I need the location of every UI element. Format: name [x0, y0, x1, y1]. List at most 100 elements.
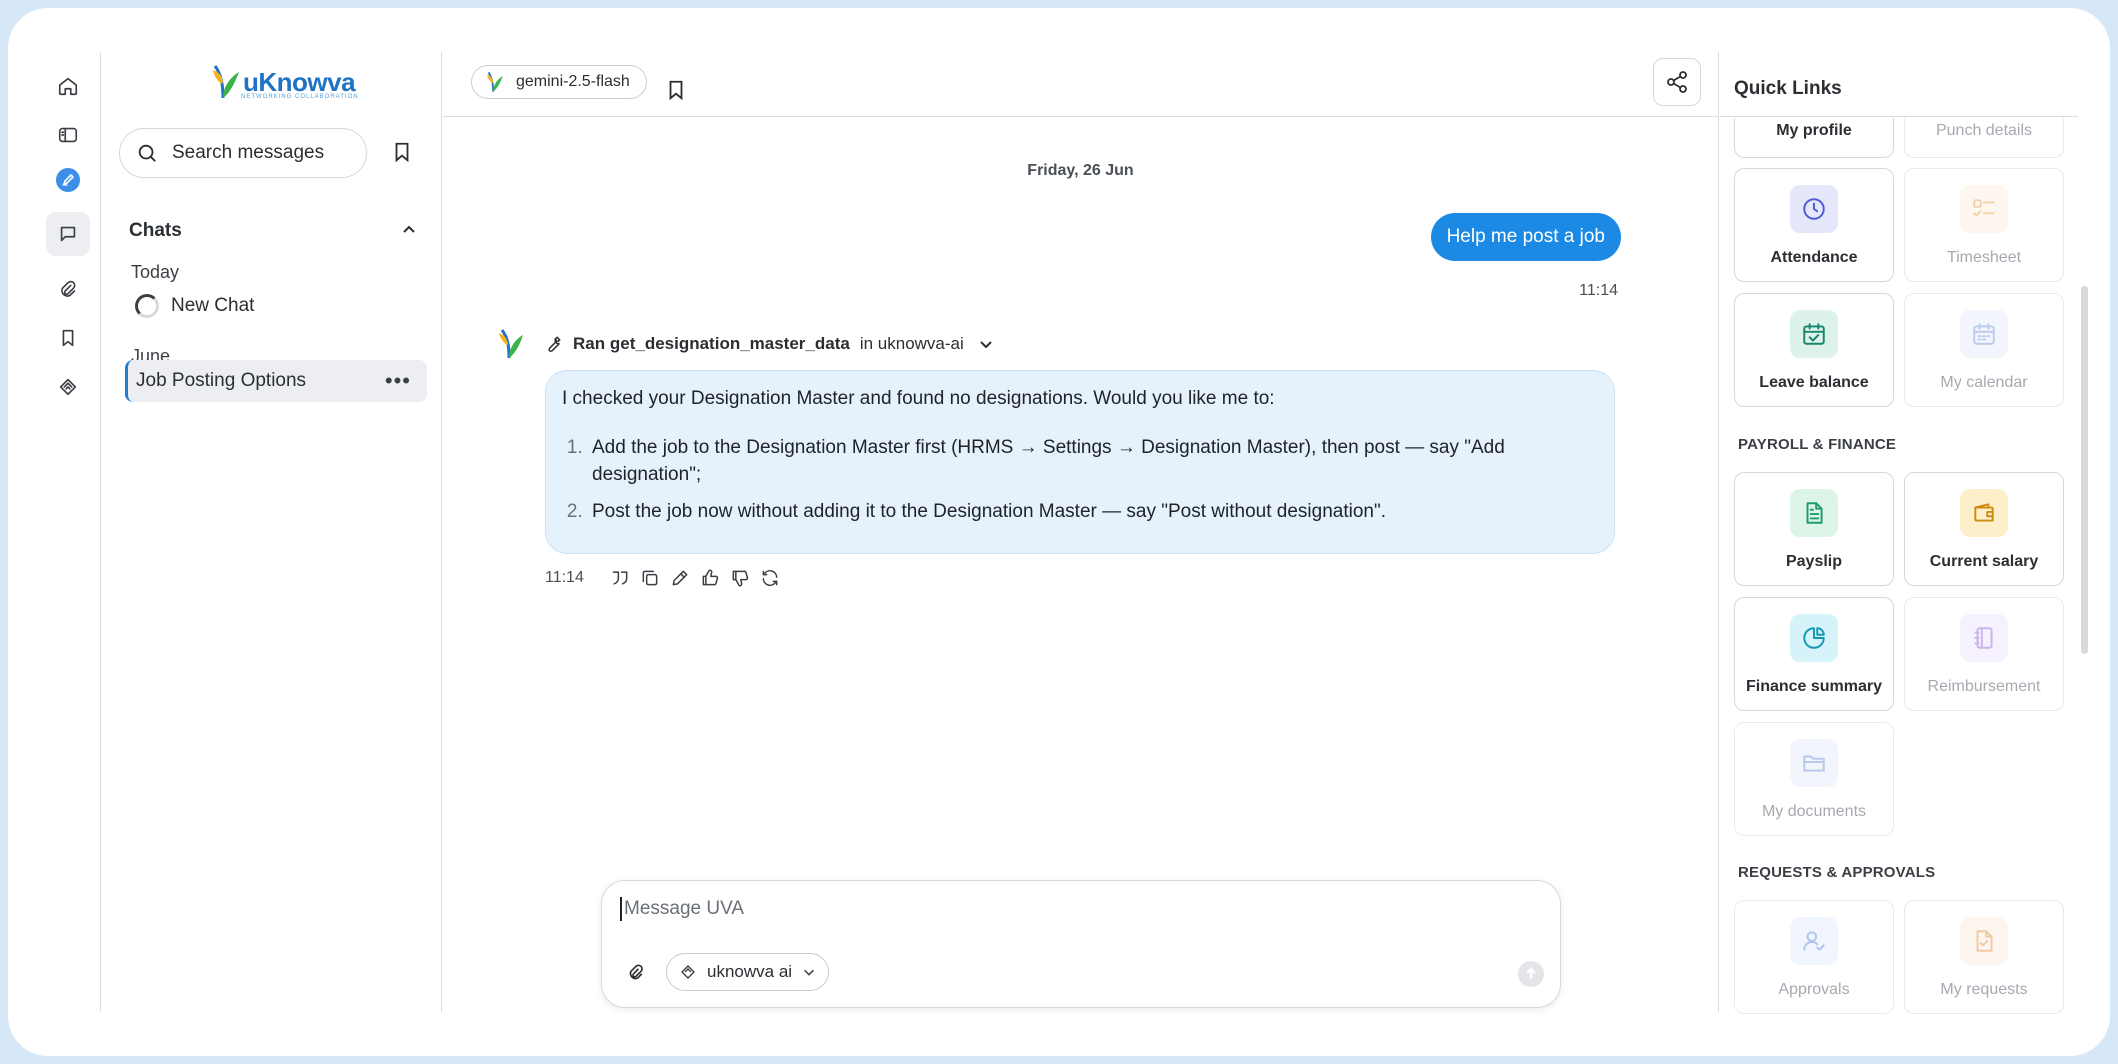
search-messages[interactable]: Search messages [119, 128, 367, 178]
quick-link-my-documents: My documents [1734, 722, 1894, 836]
tool-call-summary[interactable]: Ran get_designation_master_data in uknow… [543, 334, 994, 354]
quick-link-approvals: Approvals [1734, 900, 1894, 1014]
new-chat-button[interactable] [46, 158, 90, 202]
list-item: Add the job to the Designation Master fi… [588, 434, 1598, 488]
quick-link-attendance[interactable]: Attendance [1734, 168, 1894, 282]
user-check-icon [1790, 917, 1838, 965]
quick-link-my-profile[interactable]: My profile [1734, 118, 1894, 158]
bot-message-actions: 11:14 [545, 568, 780, 588]
quick-link-payslip[interactable]: Payslip [1734, 472, 1894, 586]
chats-heading[interactable]: Chats [129, 220, 182, 242]
sidebar-divider [441, 52, 442, 1012]
share-button[interactable] [1653, 58, 1701, 106]
file-check-icon [1960, 917, 2008, 965]
quick-link-leave-balance[interactable]: Leave balance [1734, 293, 1894, 407]
compose-icon [56, 168, 80, 192]
quick-link-label: Reimbursement [1927, 678, 2041, 695]
quote-icon[interactable] [610, 568, 630, 588]
section-heading-requests: REQUESTS & APPROVALS [1738, 864, 1936, 881]
home-icon [58, 77, 78, 96]
attach-button[interactable] [626, 963, 646, 988]
chat-item-label: New Chat [171, 295, 255, 316]
notebook-icon [1960, 614, 2008, 662]
calendar-icon [1960, 310, 2008, 358]
saved-messages-button[interactable] [391, 140, 413, 169]
quick-link-timesheet: Timesheet [1904, 168, 2064, 282]
app-window: uKnowva NETWORKING COLLABORATION Search … [8, 8, 2110, 1056]
bookmark-chat-button[interactable] [665, 78, 687, 107]
chat-item-new-chat[interactable]: New Chat [135, 294, 254, 318]
bot-options-list: Add the job to the Designation Master fi… [562, 434, 1598, 525]
quick-link-label: My profile [1776, 122, 1852, 139]
quick-link-finance-summary[interactable]: Finance summary [1734, 597, 1894, 711]
bot-message-intro: I checked your Designation Master and fo… [562, 388, 1275, 409]
loading-spinner-icon [135, 294, 159, 318]
app-logo: uKnowva NETWORKING COLLABORATION [211, 64, 358, 100]
tool-call-prefix: Ran [573, 334, 606, 353]
logo-tagline: NETWORKING COLLABORATION [241, 94, 359, 100]
copy-icon[interactable] [640, 568, 660, 588]
search-input[interactable]: Search messages [172, 142, 324, 164]
message-composer: Message UVA uknowva ai [601, 880, 1561, 1008]
bot-message-time: 11:14 [545, 569, 584, 586]
quick-link-label: Timesheet [1946, 249, 2022, 266]
attachments-button[interactable] [46, 268, 90, 312]
icon-rail [8, 8, 100, 1056]
quick-link-label: Attendance [1770, 249, 1858, 266]
document-icon [1790, 489, 1838, 537]
quick-link-reimbursement: Reimbursement [1904, 597, 2064, 711]
chat-item-label: Job Posting Options [136, 370, 307, 391]
quick-link-my-calendar: My calendar [1904, 293, 2064, 407]
quick-link-label: My requests [1940, 981, 2028, 998]
header-divider [443, 116, 1718, 117]
paperclip-icon [61, 280, 76, 297]
bot-avatar-icon [499, 329, 523, 359]
chat-sidebar: uKnowva NETWORKING COLLABORATION Search … [101, 8, 441, 1056]
quick-link-label: My documents [1761, 803, 1867, 820]
pie-chart-icon [1790, 614, 1838, 662]
tool-call-name: get_designation_master_data [609, 334, 850, 353]
quick-link-label: Leave balance [1759, 374, 1869, 391]
thumbs-up-icon[interactable] [700, 568, 720, 588]
search-icon [138, 144, 156, 162]
edit-icon[interactable] [670, 568, 690, 588]
chat-item-job-posting-options[interactable]: Job Posting Options ••• [125, 360, 427, 402]
logo-leaf-icon [213, 65, 239, 99]
collapse-chats-button[interactable] [401, 222, 417, 243]
home-button[interactable] [46, 64, 90, 108]
share-icon [1667, 71, 1687, 93]
wrench-icon [548, 336, 561, 352]
quick-link-label: Current salary [1929, 553, 2039, 570]
calendar-check-icon [1790, 310, 1838, 358]
tool-selector[interactable]: uknowva ai [666, 953, 830, 991]
user-message-time: 11:14 [1579, 282, 1618, 299]
tool-call-location: in uknowva-ai [859, 334, 964, 353]
more-options-icon[interactable]: ••• [385, 368, 411, 394]
model-selector[interactable]: gemini-2.5-flash [471, 65, 647, 99]
checklist-icon [1960, 185, 2008, 233]
date-separator: Friday, 26 Jun [1027, 162, 1134, 179]
toggle-sidebar-button[interactable] [46, 113, 90, 157]
quick-link-label: Payslip [1785, 553, 1843, 570]
model-logo-icon [487, 71, 503, 92]
quick-link-label: Punch details [1935, 122, 2033, 139]
quick-links-scrollbar[interactable] [2081, 286, 2088, 654]
quick-link-label: Approvals [1778, 981, 1850, 998]
folder-icon [1790, 739, 1838, 787]
quick-links-title: Quick Links [1734, 78, 1842, 99]
bookmark-icon [395, 142, 409, 163]
send-button[interactable] [1518, 961, 1544, 987]
model-name: gemini-2.5-flash [516, 73, 630, 90]
bookmarks-button[interactable] [46, 316, 90, 360]
regenerate-icon[interactable] [760, 568, 780, 588]
message-input[interactable]: Message UVA [620, 897, 744, 921]
quick-link-current-salary[interactable]: Current salary [1904, 472, 2064, 586]
logo-text: uKnowva [243, 66, 356, 97]
chevron-up-icon [403, 225, 415, 233]
list-item: Post the job now without adding it to th… [588, 498, 1598, 525]
chats-button[interactable] [46, 212, 90, 256]
ai-tools-button[interactable] [46, 364, 90, 408]
group-label-june: June [131, 346, 171, 360]
thumbs-down-icon[interactable] [730, 568, 750, 588]
bot-message: I checked your Designation Master and fo… [545, 370, 1615, 554]
